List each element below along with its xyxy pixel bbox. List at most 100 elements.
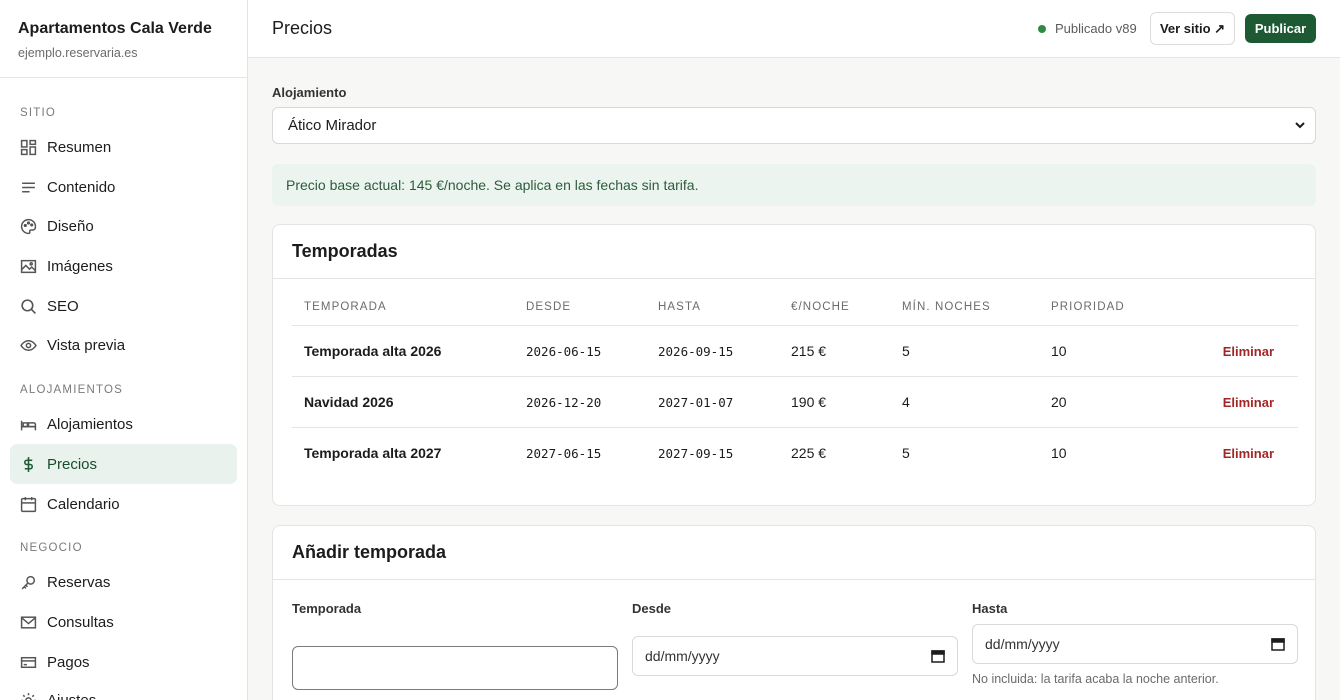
sidebar-item-resumen[interactable]: Resumen bbox=[10, 127, 237, 167]
sidebar-item-label: Ajustes bbox=[47, 691, 97, 700]
column-header: Temporada bbox=[292, 301, 514, 326]
base-price-info: Precio base actual: 145 €/noche. Se apli… bbox=[272, 164, 1316, 206]
sidebar-item-precios[interactable]: Precios bbox=[10, 444, 237, 484]
sidebar-item-label: Contenido bbox=[47, 178, 116, 196]
publish-button[interactable]: Publicar bbox=[1245, 14, 1316, 43]
view-site-button[interactable]: Ver sitio ↗ bbox=[1150, 12, 1235, 45]
key-icon bbox=[20, 574, 37, 591]
sidebar-item-alojamientos[interactable]: Alojamientos bbox=[10, 404, 237, 444]
season-to: 2027-09-15 bbox=[658, 445, 734, 461]
season-priority: 20 bbox=[1039, 376, 1159, 428]
season-name: Temporada alta 2026 bbox=[292, 325, 514, 377]
sidebar-item-pagos[interactable]: Pagos bbox=[10, 642, 237, 682]
brand-name: Apartamentos Cala Verde bbox=[18, 20, 212, 37]
season-to-hint: No incluida: la tarifa acaba la noche an… bbox=[972, 672, 1219, 686]
top-header: Precios Publicado v89 Ver sitio ↗ Public… bbox=[248, 0, 1340, 58]
seasons-table: Temporada Desde Hasta €/noche Mín. noche… bbox=[292, 301, 1298, 479]
add-season-card: Añadir temporada Temporada Desde dd/mm/y… bbox=[272, 525, 1316, 700]
table-row: Navidad 2026 2026-12-20 2027-01-07 190 €… bbox=[292, 376, 1298, 428]
season-min-nights: 4 bbox=[890, 376, 1039, 428]
season-from: 2026-06-15 bbox=[514, 325, 646, 377]
palette-icon bbox=[20, 218, 37, 235]
column-header: Prioridad bbox=[1039, 301, 1159, 326]
season-name: Temporada alta 2027 bbox=[304, 445, 442, 462]
mail-icon bbox=[20, 614, 37, 631]
accommodation-label: Alojamiento bbox=[272, 85, 347, 100]
brand-domain: ejemplo.reservaria.es bbox=[18, 46, 138, 60]
search-icon bbox=[20, 298, 37, 315]
season-name-input[interactable] bbox=[292, 646, 618, 690]
season-priority: 10 bbox=[1051, 445, 1067, 462]
sidebar-item-contenido[interactable]: Contenido bbox=[10, 167, 237, 207]
sidebar-item-label: Precios bbox=[47, 455, 98, 473]
delete-season-button[interactable]: Eliminar bbox=[1159, 376, 1298, 428]
calendar-icon bbox=[931, 650, 945, 663]
sidebar-item-label: Resumen bbox=[47, 138, 112, 156]
column-header: Desde bbox=[514, 301, 646, 326]
season-to-date-input[interactable]: dd/mm/yyyy bbox=[972, 624, 1298, 664]
calendar-icon bbox=[20, 496, 37, 513]
season-price: 225 € bbox=[791, 445, 827, 462]
season-min-nights: 5 bbox=[890, 325, 1039, 377]
dollar-icon bbox=[20, 456, 37, 473]
season-to: 2026-09-15 bbox=[646, 325, 779, 377]
season-min-nights: 5 bbox=[902, 445, 910, 462]
publish-status: Publicado v89 bbox=[1038, 21, 1137, 36]
seasons-card: Temporadas Temporada Desde Hasta €/noche… bbox=[272, 224, 1316, 506]
gear-icon bbox=[20, 692, 37, 700]
sidebar-item-seo[interactable]: SEO bbox=[10, 286, 237, 326]
eye-icon bbox=[20, 337, 37, 354]
season-from: 2026-12-20 bbox=[514, 376, 646, 428]
accommodation-select-value: Ático Mirador bbox=[288, 117, 377, 134]
status-text: Publicado v89 bbox=[1055, 21, 1137, 36]
sidebar-item-consultas[interactable]: Consultas bbox=[10, 602, 237, 642]
sidebar-item-imagenes[interactable]: Imágenes bbox=[10, 246, 237, 286]
sidebar-item-reservas[interactable]: Reservas bbox=[10, 562, 237, 602]
sidebar-item-label: Vista previa bbox=[47, 336, 126, 354]
seasons-title: Temporadas bbox=[273, 225, 1315, 279]
accommodation-select[interactable]: Ático Mirador bbox=[272, 107, 1316, 144]
sidebar-item-vista-previa[interactable]: Vista previa bbox=[10, 325, 237, 365]
season-from-date-input[interactable]: dd/mm/yyyy bbox=[632, 636, 958, 676]
season-from: 2027-06-15 bbox=[526, 445, 602, 461]
season-name: Navidad 2026 bbox=[292, 376, 514, 428]
grid-icon bbox=[20, 139, 37, 156]
column-header-actions bbox=[1159, 301, 1298, 326]
season-to-label: Hasta bbox=[972, 601, 1008, 616]
sidebar-item-label: Consultas bbox=[47, 613, 114, 631]
image-icon bbox=[20, 258, 37, 275]
nav-section-sitio: Sitio bbox=[20, 107, 57, 119]
delete-season-button[interactable]: Eliminar bbox=[1159, 325, 1298, 377]
status-dot-icon bbox=[1038, 24, 1046, 33]
date-placeholder: dd/mm/yyyy bbox=[645, 648, 720, 664]
card-icon bbox=[20, 654, 37, 671]
base-price-text: Precio base actual: 145 €/noche. Se apli… bbox=[286, 177, 699, 193]
sidebar-item-label: Reservas bbox=[47, 573, 111, 591]
sidebar-item-label: Imágenes bbox=[47, 257, 113, 275]
sidebar-item-label: Calendario bbox=[47, 495, 120, 513]
sidebar-item-label: SEO bbox=[47, 297, 79, 315]
bed-icon bbox=[20, 416, 37, 433]
delete-season-button[interactable]: Eliminar bbox=[1159, 428, 1298, 479]
sidebar-item-diseno[interactable]: Diseño bbox=[10, 206, 237, 246]
season-name-label: Temporada bbox=[292, 601, 362, 616]
nav-section-negocio: Negocio bbox=[20, 542, 83, 554]
sidebar-item-ajustes[interactable]: Ajustes bbox=[10, 680, 237, 700]
calendar-icon bbox=[1271, 638, 1285, 651]
season-from-label: Desde bbox=[632, 601, 672, 616]
chevron-down-icon bbox=[1295, 122, 1305, 129]
sidebar-item-calendario[interactable]: Calendario bbox=[10, 484, 237, 524]
add-season-title: Añadir temporada bbox=[273, 526, 1315, 580]
sidebar: Apartamentos Cala Verde ejemplo.reservar… bbox=[0, 0, 248, 700]
text-lines-icon bbox=[20, 179, 37, 196]
season-to: 2027-01-07 bbox=[646, 376, 779, 428]
season-priority: 10 bbox=[1039, 325, 1159, 377]
sidebar-item-label: Pagos bbox=[47, 653, 90, 671]
table-header-row: Temporada Desde Hasta €/noche Mín. noche… bbox=[292, 301, 1298, 326]
season-price: 215 € bbox=[779, 325, 890, 377]
nav-section-alojamientos: Alojamientos bbox=[20, 384, 124, 396]
table-row: Temporada alta 2026 2026-06-15 2026-09-1… bbox=[292, 325, 1298, 377]
column-header: Hasta bbox=[646, 301, 779, 326]
column-header: €/noche bbox=[779, 301, 890, 326]
page-title: Precios bbox=[272, 18, 333, 38]
